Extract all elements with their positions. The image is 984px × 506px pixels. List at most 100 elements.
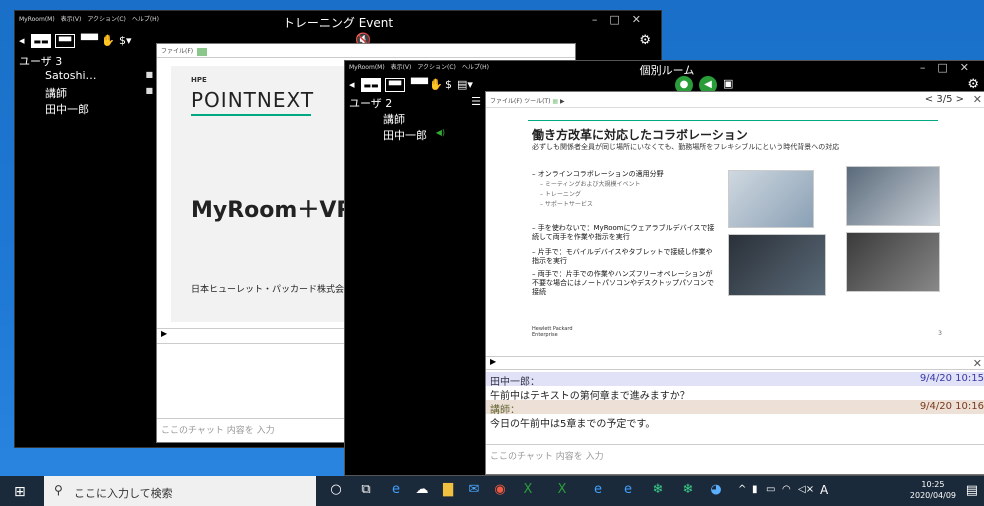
notification-icon[interactable]: ▤ [966,483,978,498]
close-button[interactable]: ✕ [960,61,981,74]
printer-icon[interactable]: ▤▾ [457,78,473,92]
excel-icon-2[interactable]: X [554,482,570,498]
layout-icon[interactable]: ▬▬ [31,34,51,48]
close-icon[interactable]: ✕ [973,357,982,370]
app-icon-2[interactable]: ❄ [680,482,696,498]
layout-icon[interactable]: ▬▬ [361,78,381,92]
file-menu[interactable]: ファイル(F) [161,48,193,55]
money-icon[interactable]: $ [445,78,452,92]
timestamp: 9/4/20 10:15 [919,373,984,384]
edge-legacy-icon[interactable]: e [388,482,404,498]
video-conference-photo [728,170,814,228]
logo-underline [191,114,311,116]
volume-icon[interactable]: ◁× [798,484,814,495]
money-icon[interactable]: $▾ [119,34,132,48]
user-item[interactable]: 田中一郎 ◀) [345,127,485,143]
whiteboard-icon[interactable] [197,47,208,56]
user-item[interactable]: 田中一郎 [15,101,155,117]
myroom-icon[interactable]: ◕ [708,482,724,498]
page-number: 3 [938,330,942,337]
file-menu[interactable]: ファイル(F) [490,98,522,105]
sub-bullet: – ミーティングおよび大規模イベント [540,181,641,188]
collapse-arrow-icon[interactable]: ◂ [19,34,25,48]
ie-icon-2[interactable]: e [620,482,636,498]
minimize-button[interactable]: – [920,61,938,74]
title-bar: MyRoom(M) 表示(V) アクション(C) ヘルプ(H) 個別ルーム –□… [345,61,984,77]
chrome-icon[interactable]: ◉ [492,482,508,498]
search-icon: ⚲ [54,483,63,497]
screen-share-icon[interactable]: ▀▀ [55,34,75,48]
chat-input[interactable]: ここのチャット 内容を 入力 [486,444,984,466]
hand-icon[interactable]: ✋ [429,78,443,92]
gear-icon[interactable]: ⚙ [639,33,651,48]
menu-icon[interactable]: ☰ [471,95,481,108]
cortana-icon[interactable]: ○ [328,482,344,498]
windows-start-icon[interactable]: ⊞ [14,484,26,500]
user-item[interactable]: 講師 [345,111,485,127]
presentation-icon[interactable]: ▀▀ [81,34,98,48]
play-icon[interactable]: ▶ [161,329,167,338]
workstation-photo [728,234,826,296]
file-explorer-icon[interactable]: ▇ [440,482,456,498]
close-icon[interactable]: ✕ [973,93,982,106]
window-title: トレーニング Event [282,16,394,30]
chat-sender: 田中一郎： 9/4/20 10:15 [486,372,984,388]
company-name: 日本ヒューレット・パッカード株式会社 [191,285,354,295]
chat-message: 午前中はテキストの第何章まで進みますか？ [490,391,690,402]
ie-icon[interactable]: e [590,482,606,498]
slide-title: 働き方改革に対応したコラボレーション [532,128,748,142]
play-icon[interactable]: ▶ [490,357,496,366]
window-controls: –□✕ [592,13,653,26]
chat-log: 田中一郎： 9/4/20 10:15 午前中はテキストの第何章まで進みますか？ 講… [486,372,984,430]
minimize-button[interactable]: – [592,13,610,26]
search-box[interactable]: ⚲ ここに入力して検索 [44,476,316,506]
ime-indicator[interactable]: A [820,483,828,497]
sub-bullet: – トレーニング [540,191,581,198]
screen-share-icon[interactable]: ▀▀ [385,78,405,92]
bullet: – 手を使わないで：MyRoomにウェアラブルデバイスで接続して両手を作業や指示… [532,224,715,241]
slide-title: MyRoom＋VRC [191,198,370,223]
user-list: ユーザ 2 ☰ 講師 田中一郎 ◀) [345,95,485,475]
page-navigator[interactable]: < 3/5 > [925,94,964,105]
task-view-icon[interactable]: ⧉ [358,482,374,498]
content-panel: ファイル(F) ツール(T) ▦ ▶ < 3/5 > ✕ 働き方改革に対応したコ… [485,91,984,475]
onedrive-icon[interactable]: ☁ [414,482,430,498]
mail-icon[interactable]: ✉ [466,482,482,498]
collapse-arrow-icon[interactable]: ◂ [349,78,355,92]
network-icon[interactable]: ▭ [766,484,775,495]
slide-subtitle: 必ずしも関係者全員が同じ場所にいなくても、勤務場所をフレキシブルにという時代背景… [532,143,840,151]
panel-toolbar: ファイル(F) [157,44,575,58]
maximize-button[interactable]: □ [937,61,959,74]
user-list: ユーザ 3 Satoshi… ■ 講師 ■ 田中一郎 [15,53,155,443]
usb-icon[interactable]: ▮ [752,484,758,495]
user-item[interactable]: 講師 ■ [15,85,155,101]
bullet: – オンラインコラボレーションの適用分野 [532,170,664,178]
window-controls: –□✕ [920,61,981,74]
chat-sender: 講師： 9/4/20 10:16 [486,400,984,416]
pointer-icon[interactable]: ▶ [560,98,565,105]
clock[interactable]: 10:25 2020/04/09 [910,479,956,501]
gear-icon[interactable]: ⚙ [967,77,979,92]
wifi-icon[interactable]: ◠ [782,484,791,495]
user-item[interactable]: Satoshi… ■ [15,69,155,85]
tool-menu[interactable]: ツール(T) [524,98,550,105]
bullet: – 片手で：モバイルデバイスやタブレットで接続し作業や指示を実行 [532,248,713,265]
user-count: ユーザ 2 ☰ [349,95,481,110]
hand-icon[interactable]: ✋ [101,34,115,48]
sub-bullet: – サポートサービス [540,201,593,208]
app-icon[interactable]: ❄ [650,482,666,498]
panel-toolbar: ファイル(F) ツール(T) ▦ ▶ < 3/5 > ✕ [486,92,984,108]
camera-icon: ■ [145,86,153,95]
hpe-logo: Hewlett Packard Enterprise [532,326,573,338]
whiteboard-icon[interactable]: ▦ [552,98,558,105]
close-button[interactable]: ✕ [632,13,653,26]
excel-icon[interactable]: X [520,482,536,498]
user-count: ユーザ 3 [19,55,63,68]
presentation-icon[interactable]: ▀▀ [411,78,428,92]
tray-chevron-icon[interactable]: ^ [738,484,746,495]
slide-rule [528,120,938,121]
wearable-device-photo [846,232,940,292]
camera-off-icon[interactable]: ▣ [723,77,733,91]
maximize-button[interactable]: □ [609,13,631,26]
taskbar: ⊞ ⚲ ここに入力して検索 ○ ⧉ e ☁ ▇ ✉ ◉ X X e e ❄ ❄ … [0,476,984,506]
